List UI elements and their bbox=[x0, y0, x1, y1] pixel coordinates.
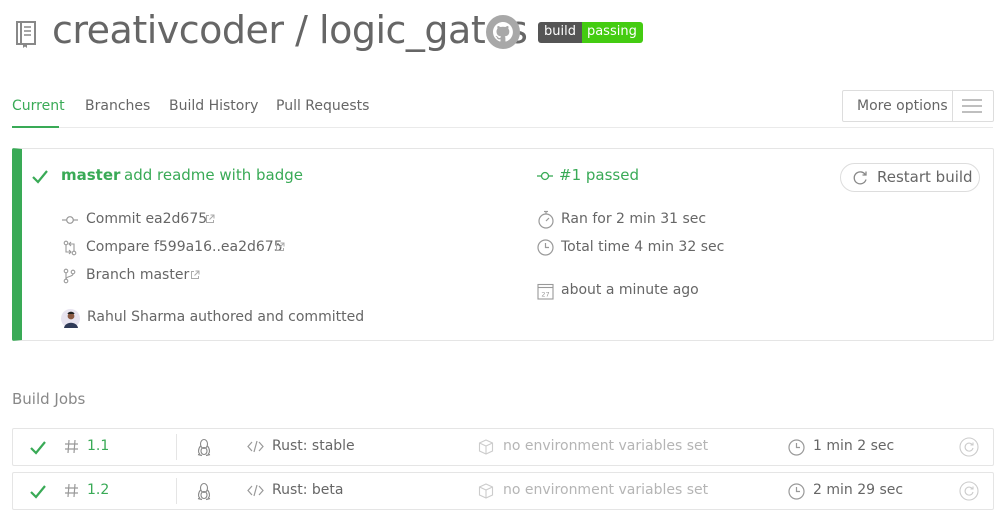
linux-icon bbox=[197, 438, 211, 457]
more-options-divider bbox=[952, 91, 953, 121]
restart-icon bbox=[853, 171, 867, 185]
badge-label: build bbox=[538, 22, 582, 43]
calendar-day: 27 bbox=[541, 291, 549, 299]
check-icon bbox=[30, 441, 46, 455]
job-number[interactable]: 1.1 bbox=[87, 438, 109, 454]
code-icon bbox=[247, 440, 264, 453]
stopwatch-icon bbox=[538, 210, 554, 229]
job-language: Rust: beta bbox=[272, 482, 344, 498]
repo-title[interactable]: creativcoder / logic_gates bbox=[52, 8, 528, 52]
clock-icon bbox=[788, 483, 805, 500]
build-duration: Ran for 2 min 31 sec bbox=[561, 211, 707, 227]
calendar-icon: 27 bbox=[537, 283, 554, 300]
tab-current[interactable]: Current bbox=[12, 98, 65, 114]
hamburger-icon[interactable] bbox=[961, 99, 983, 113]
build-commit-message: add readme with badge bbox=[124, 166, 303, 184]
commit-icon bbox=[62, 216, 78, 224]
github-icon[interactable] bbox=[486, 15, 520, 49]
job-divider bbox=[176, 434, 177, 460]
active-tab-indicator bbox=[12, 126, 59, 128]
external-link-icon[interactable] bbox=[190, 270, 200, 280]
more-options-label: More options bbox=[857, 98, 948, 114]
restart-build-label: Restart build bbox=[877, 168, 973, 186]
avatar bbox=[61, 309, 80, 328]
restart-job-icon[interactable] bbox=[959, 481, 979, 501]
env-box-icon bbox=[478, 439, 494, 455]
linux-icon bbox=[197, 482, 211, 501]
build-commit-icon bbox=[537, 171, 553, 181]
build-finished-time: about a minute ago bbox=[561, 282, 699, 298]
job-row[interactable]: 1.2 Rust: beta no environment variables … bbox=[12, 472, 994, 510]
repo-owner[interactable]: creativcoder bbox=[52, 8, 284, 52]
repo-icon bbox=[16, 21, 36, 48]
compare-link[interactable]: Compare f599a16..ea2d675 bbox=[86, 239, 283, 255]
clock-icon bbox=[537, 239, 554, 256]
check-icon bbox=[30, 485, 46, 499]
build-status-badge[interactable]: build passing bbox=[538, 22, 643, 43]
env-box-icon bbox=[478, 483, 494, 499]
hash-icon bbox=[65, 439, 78, 454]
tab-branches[interactable]: Branches bbox=[85, 98, 150, 114]
badge-status: passing bbox=[581, 22, 643, 43]
clock-icon bbox=[788, 439, 805, 456]
job-env: no environment variables set bbox=[503, 438, 709, 454]
job-number[interactable]: 1.2 bbox=[87, 482, 109, 498]
commit-author: Rahul Sharma authored and committed bbox=[87, 309, 365, 325]
build-branch-name[interactable]: master bbox=[61, 166, 120, 184]
hash-icon bbox=[65, 483, 78, 498]
job-language: Rust: stable bbox=[272, 438, 355, 454]
more-options-button[interactable]: More options bbox=[842, 90, 994, 122]
tab-pull-requests[interactable]: Pull Requests bbox=[276, 98, 369, 114]
restart-build-button[interactable]: Restart build bbox=[840, 163, 980, 192]
branch-link[interactable]: Branch master bbox=[86, 267, 189, 283]
job-divider bbox=[176, 478, 177, 504]
compare-icon bbox=[63, 240, 77, 256]
build-jobs-heading: Build Jobs bbox=[12, 390, 86, 408]
external-link-icon[interactable] bbox=[275, 242, 285, 252]
check-icon bbox=[32, 170, 48, 184]
tabs-divider bbox=[12, 127, 993, 128]
branch-icon bbox=[63, 268, 76, 284]
build-total-time: Total time 4 min 32 sec bbox=[561, 239, 725, 255]
external-link-icon[interactable] bbox=[205, 214, 215, 224]
build-number-status[interactable]: #1 passed bbox=[559, 166, 639, 184]
job-duration: 1 min 2 sec bbox=[813, 438, 895, 454]
commit-link[interactable]: Commit ea2d675 bbox=[86, 211, 207, 227]
job-duration: 2 min 29 sec bbox=[813, 482, 904, 498]
restart-job-icon[interactable] bbox=[959, 437, 979, 457]
job-row[interactable]: 1.1 Rust: stable no environment variable… bbox=[12, 428, 994, 466]
code-icon bbox=[247, 484, 264, 497]
repo-separator: / bbox=[283, 8, 320, 52]
tab-build-history[interactable]: Build History bbox=[169, 98, 258, 114]
job-env: no environment variables set bbox=[503, 482, 709, 498]
